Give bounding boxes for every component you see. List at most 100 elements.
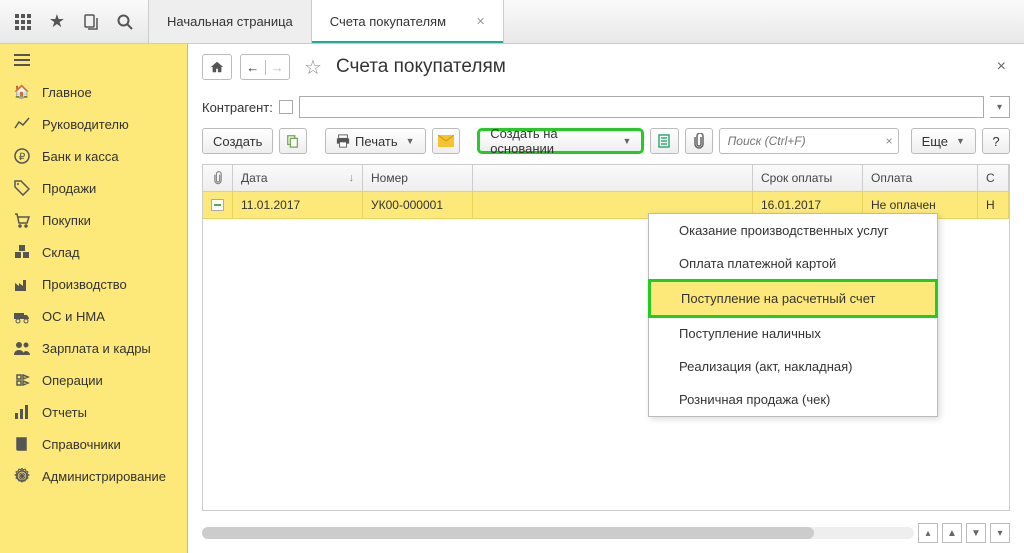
sidebar-item-bank[interactable]: ₽ Банк и касса <box>0 140 187 172</box>
factory-icon <box>14 276 30 292</box>
scroll-down-button[interactable]: ▼ <box>966 523 986 543</box>
sidebar-item-warehouse[interactable]: Склад <box>0 236 187 268</box>
sidebar-item-label: Банк и касса <box>42 149 119 164</box>
apps-icon[interactable] <box>14 13 32 31</box>
help-button[interactable]: ? <box>982 128 1010 154</box>
col-number[interactable]: Номер <box>363 165 473 191</box>
scroll-top-button[interactable]: ▴ <box>918 523 938 543</box>
ruble-icon: ₽ <box>14 148 30 164</box>
counterparty-dropdown[interactable]: ▾ <box>990 96 1010 118</box>
history-icon[interactable] <box>82 13 100 31</box>
scroll-up-button[interactable]: ▲ <box>942 523 962 543</box>
filter-checkbox[interactable] <box>279 100 293 114</box>
counterparty-input[interactable] <box>299 96 984 118</box>
close-icon[interactable]: ✕ <box>476 15 485 28</box>
sidebar-item-label: Справочники <box>42 437 121 452</box>
sidebar: 🏠Главное Руководителю ₽ Банк и касса Прод… <box>0 44 188 553</box>
sidebar-toggle[interactable] <box>0 44 187 76</box>
col-hidden[interactable] <box>473 165 753 191</box>
horizontal-scrollbar[interactable] <box>202 527 914 539</box>
sidebar-item-manager[interactable]: Руководителю <box>0 108 187 140</box>
favorite-star-icon[interactable]: ☆ <box>304 55 322 80</box>
col-due[interactable]: Срок оплаты <box>753 165 863 191</box>
document-button[interactable] <box>650 128 678 154</box>
copy-button[interactable] <box>279 128 307 154</box>
tab-home[interactable]: Начальная страница <box>149 0 312 43</box>
nav-forward-button[interactable]: → <box>266 60 290 75</box>
sidebar-item-payroll[interactable]: Зарплата и кадры <box>0 332 187 364</box>
attach-button[interactable] <box>685 128 713 154</box>
scrollbar-thumb[interactable] <box>202 527 814 539</box>
sidebar-item-label: Отчеты <box>42 405 87 420</box>
page-title: Счета покупателям <box>336 56 506 78</box>
bars-icon <box>14 404 30 420</box>
sidebar-item-label: Операции <box>42 373 103 388</box>
dropdown-item[interactable]: Оказание производственных услуг <box>649 214 937 247</box>
nav-home-button[interactable] <box>202 54 232 80</box>
search-icon[interactable] <box>116 13 134 31</box>
sidebar-item-label: ОС и НМА <box>42 309 105 324</box>
toolbar: Создать Печать▼ Создать на основании▼ × … <box>188 128 1024 164</box>
filter-row: Контрагент: ▾ <box>188 90 1024 128</box>
col-payment[interactable]: Оплата <box>863 165 978 191</box>
sidebar-item-admin[interactable]: Администрирование <box>0 460 187 492</box>
col-date[interactable]: Дата↓ <box>233 165 363 191</box>
dropdown-item-highlighted[interactable]: Поступление на расчетный счет <box>648 279 938 318</box>
filter-label: Контрагент: <box>202 100 273 115</box>
sidebar-item-sales[interactable]: Продажи <box>0 172 187 204</box>
cart-icon <box>14 212 30 228</box>
chart-line-icon <box>14 116 30 132</box>
dropdown-item[interactable]: Поступление наличных <box>649 317 937 350</box>
sidebar-item-label: Зарплата и кадры <box>42 341 151 356</box>
nav-back-button[interactable]: ← <box>241 60 266 75</box>
close-button[interactable]: × <box>993 54 1010 80</box>
sidebar-item-label: Администрирование <box>42 469 166 484</box>
dropdown-item[interactable]: Розничная продажа (чек) <box>649 383 937 416</box>
sidebar-item-reports[interactable]: Отчеты <box>0 396 187 428</box>
top-bar: ★ Начальная страница Счета покупателям ✕ <box>0 0 1024 44</box>
hamburger-icon <box>14 54 30 66</box>
home-icon: 🏠 <box>14 84 30 100</box>
create-based-on-dropdown: Оказание производственных услуг Оплата п… <box>648 213 938 417</box>
content-area: ← → ☆ Счета покупателям × Контрагент: ▾ … <box>188 44 1024 553</box>
star-icon[interactable]: ★ <box>48 13 66 31</box>
sidebar-item-main[interactable]: 🏠Главное <box>0 76 187 108</box>
mail-button[interactable] <box>432 128 460 154</box>
sidebar-item-operations[interactable]: Операции <box>0 364 187 396</box>
sidebar-item-label: Руководителю <box>42 117 129 132</box>
tab-invoices[interactable]: Счета покупателям ✕ <box>312 0 504 43</box>
more-button[interactable]: Еще▼ <box>911 128 976 154</box>
dropdown-item[interactable]: Оплата платежной картой <box>649 247 937 280</box>
col-attachment[interactable] <box>203 165 233 191</box>
search-clear-icon[interactable]: × <box>886 134 893 148</box>
svg-text:₽: ₽ <box>19 152 26 163</box>
sidebar-item-production[interactable]: Производство <box>0 268 187 300</box>
gear-icon <box>14 468 30 484</box>
search-box: × <box>719 128 899 154</box>
sidebar-item-label: Продажи <box>42 181 96 196</box>
tab-label: Начальная страница <box>167 14 293 29</box>
sort-indicator-icon: ↓ <box>349 172 355 184</box>
nav-back-forward: ← → <box>240 54 290 80</box>
topbar-icon-group: ★ <box>0 0 149 43</box>
cell-last: Н <box>978 192 1009 218</box>
bottom-bar: ▴ ▲ ▼ ▾ <box>188 519 1024 553</box>
create-button[interactable]: Создать <box>202 128 273 154</box>
col-last[interactable]: С <box>978 165 1009 191</box>
sidebar-item-purchases[interactable]: Покупки <box>0 204 187 236</box>
tab-label: Счета покупателям <box>330 14 446 29</box>
people-icon <box>14 340 30 356</box>
search-input[interactable] <box>719 128 899 154</box>
cell-number: УК00-000001 <box>363 192 473 218</box>
cell-date: 11.01.2017 <box>233 192 363 218</box>
print-button[interactable]: Печать▼ <box>325 128 426 154</box>
operations-icon <box>14 372 30 388</box>
sidebar-item-refs[interactable]: Справочники <box>0 428 187 460</box>
create-based-on-button[interactable]: Создать на основании▼ <box>477 128 644 154</box>
scroll-bottom-button[interactable]: ▾ <box>990 523 1010 543</box>
dropdown-item[interactable]: Реализация (акт, накладная) <box>649 350 937 383</box>
document-icon <box>211 199 224 211</box>
tag-icon <box>14 180 30 196</box>
sidebar-item-label: Склад <box>42 245 80 260</box>
sidebar-item-assets[interactable]: ОС и НМА <box>0 300 187 332</box>
